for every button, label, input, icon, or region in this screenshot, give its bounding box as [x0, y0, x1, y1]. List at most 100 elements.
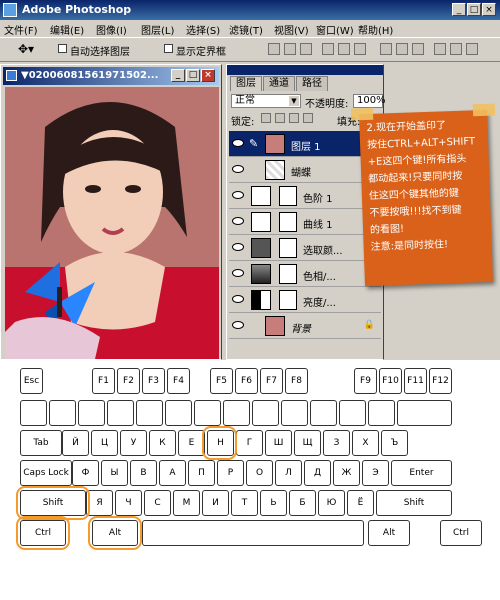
align-left-icon[interactable]	[322, 43, 334, 55]
key-label: В	[140, 468, 147, 478]
key-enter: Enter	[391, 460, 452, 486]
doc-minimize-button[interactable]: _	[171, 69, 185, 82]
key-f5: F5	[210, 368, 233, 394]
menu-view[interactable]: 视图(V)	[274, 22, 309, 37]
key-label: Ю	[326, 498, 337, 508]
show-bounds-checkbox[interactable]	[164, 44, 173, 53]
key-label: F1	[98, 376, 109, 386]
eye-icon[interactable]	[232, 243, 244, 251]
layer-row-curves[interactable]: 曲线 1	[229, 209, 381, 235]
key-11: Х	[352, 430, 379, 456]
layer-row-background[interactable]: 背景 🔒	[229, 313, 381, 339]
layer-mask-thumbnail	[279, 186, 297, 206]
align-bottom-icon[interactable]	[300, 43, 312, 55]
layer-name: 背景	[291, 324, 311, 335]
menu-file[interactable]: 文件(F)	[4, 22, 38, 37]
layer-mask-thumbnail	[279, 290, 297, 310]
key-shift-right: Shift	[376, 490, 452, 516]
app-title-bar: Adobe Photoshop _ □ ×	[0, 0, 500, 20]
number-key	[165, 400, 192, 426]
key-ctrl-right: Ctrl	[440, 520, 482, 546]
number-key	[310, 400, 337, 426]
distribute-bottom-icon[interactable]	[412, 43, 424, 55]
key-space	[142, 520, 364, 546]
align-middle-icon[interactable]	[284, 43, 296, 55]
tab-channels[interactable]: 通道	[263, 76, 295, 91]
key-label: У	[130, 438, 137, 448]
opacity-input[interactable]: 100%	[353, 94, 386, 108]
highlight-e-key	[202, 426, 237, 460]
layer-row-hue[interactable]: 色相/...	[229, 261, 381, 287]
key-a-5: П	[188, 460, 215, 486]
lock-transparent-icon[interactable]	[261, 113, 271, 123]
distribute-left-icon[interactable]	[434, 43, 446, 55]
key-label: F3	[148, 376, 159, 386]
layer-row-brightness[interactable]: 亮度/...	[229, 287, 381, 313]
layer-row-butterfly[interactable]: 蝴蝶	[229, 157, 381, 183]
distribute-middle-icon[interactable]	[396, 43, 408, 55]
doc-close-button[interactable]: ×	[201, 69, 215, 82]
lock-all-icon[interactable]	[303, 113, 313, 123]
key-f6: F6	[235, 368, 258, 394]
move-tool-icon[interactable]: ✥▾	[18, 42, 34, 56]
number-key	[252, 400, 279, 426]
key-label: К	[159, 438, 166, 448]
lock-position-icon[interactable]	[289, 113, 299, 123]
tab-paths[interactable]: 路径	[296, 76, 328, 91]
menu-window[interactable]: 窗口(W)	[316, 22, 354, 37]
chevron-down-icon: ▼	[289, 96, 299, 106]
document-window: ▼0200608156197150​2... _ □ ×	[0, 64, 222, 360]
eye-icon[interactable]	[232, 191, 244, 199]
menu-layer[interactable]: 图层(L)	[141, 22, 174, 37]
key-f4: F4	[167, 368, 190, 394]
close-button[interactable]: ×	[482, 3, 496, 16]
eye-icon[interactable]	[232, 217, 244, 225]
key-9: Щ	[294, 430, 321, 456]
menu-select[interactable]: 选择(S)	[186, 22, 220, 37]
eye-icon[interactable]	[232, 139, 244, 147]
align-right-icon[interactable]	[354, 43, 366, 55]
tab-layers[interactable]: 图层	[230, 76, 262, 91]
layer-row-layer1[interactable]: ✎ 图层 1	[229, 131, 381, 157]
eye-icon[interactable]	[232, 165, 244, 173]
menu-help[interactable]: 帮助(H)	[358, 22, 393, 37]
backspace-key	[397, 400, 452, 426]
align-top-icon[interactable]	[268, 43, 280, 55]
key-label: F10	[382, 376, 399, 386]
key-label: Esc	[23, 376, 40, 386]
menu-image[interactable]: 图像(I)	[96, 22, 127, 37]
minimize-button[interactable]: _	[452, 3, 466, 16]
distribute-center-icon[interactable]	[450, 43, 462, 55]
auto-select-checkbox[interactable]	[58, 44, 67, 53]
doc-maximize-button[interactable]: □	[186, 69, 200, 82]
key-7: Г	[236, 430, 263, 456]
layer-row-levels[interactable]: 色阶 1	[229, 183, 381, 209]
layer-name: 亮度/...	[303, 298, 336, 309]
key-label: Д	[313, 468, 322, 478]
key-label: Alt	[382, 528, 396, 538]
layer-thumbnail	[265, 160, 285, 180]
key-f8: F8	[285, 368, 308, 394]
distribute-right-icon[interactable]	[466, 43, 478, 55]
lock-image-icon[interactable]	[275, 113, 285, 123]
key-z-7: Ь	[260, 490, 287, 516]
align-center-icon[interactable]	[338, 43, 350, 55]
eye-icon[interactable]	[232, 321, 244, 329]
key-a-2: Ы	[101, 460, 128, 486]
blend-mode-select[interactable]: 正常 ▼	[231, 94, 301, 108]
key-label: Ctrl	[452, 528, 469, 538]
menu-edit[interactable]: 编辑(E)	[50, 22, 84, 37]
opacity-label: 不透明度:	[305, 99, 349, 110]
number-key	[281, 400, 308, 426]
distribute-top-icon[interactable]	[380, 43, 392, 55]
tape-decoration	[472, 103, 496, 117]
layer-row-selective-color[interactable]: 选取颜...	[229, 235, 381, 261]
eye-icon[interactable]	[232, 295, 244, 303]
maximize-button[interactable]: □	[467, 3, 481, 16]
key-label: Г	[246, 438, 253, 448]
key-label: Х	[362, 438, 369, 448]
menu-filter[interactable]: 滤镜(T)	[229, 22, 263, 37]
blend-mode-value: 正常	[235, 95, 255, 106]
eye-icon[interactable]	[232, 269, 244, 277]
key-a-6: Р	[217, 460, 244, 486]
